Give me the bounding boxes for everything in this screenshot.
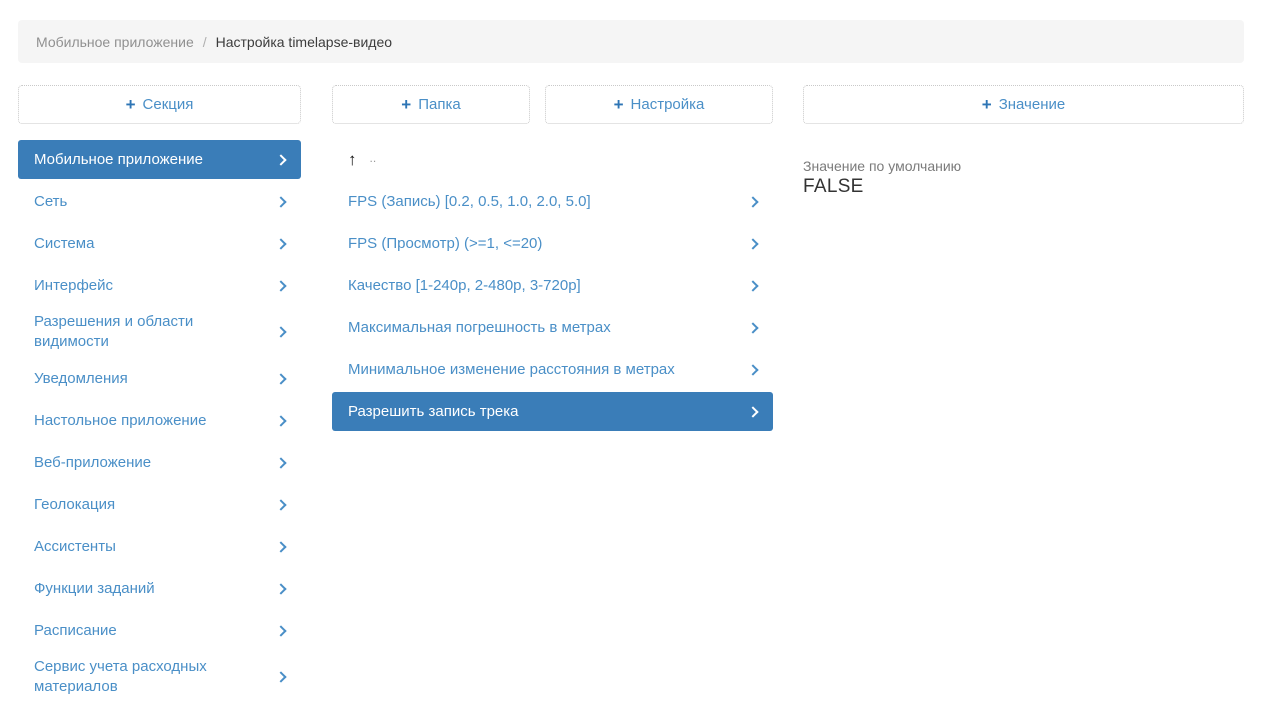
chevron-right-icon (275, 280, 286, 291)
setting-item-label: Максимальная погрешность в метрах (348, 318, 749, 338)
navigate-up-item[interactable]: ↑ .. (332, 140, 773, 179)
sections-list: Мобильное приложение Сеть Система (18, 140, 301, 701)
default-value: FALSE (803, 176, 1244, 198)
setting-item[interactable]: Максимальная погрешность в метрах (332, 308, 773, 347)
setting-item[interactable]: Минимальное изменение расстояния в метра… (332, 350, 773, 389)
sidebar-item[interactable]: Веб-приложение (18, 443, 301, 482)
add-folder-label: Папка (418, 96, 460, 113)
sidebar-item-label: Сеть (34, 192, 277, 212)
sidebar-item-label: Интерфейс (34, 276, 277, 296)
add-section-label: Секция (143, 96, 194, 113)
breadcrumb: Мобильное приложение / Настройка timelap… (18, 20, 1244, 63)
chevron-right-icon (747, 280, 758, 291)
sidebar-item-label: Мобильное приложение (34, 150, 277, 170)
parent-folder-label: .. (370, 148, 377, 168)
chevron-right-icon (275, 238, 286, 249)
chevron-right-icon (275, 373, 286, 384)
sidebar-item[interactable]: Функции заданий (18, 569, 301, 608)
sidebar-item[interactable]: Расписание (18, 611, 301, 650)
add-setting-label: Настройка (631, 96, 705, 113)
setting-item-label: Минимальное изменение расстояния в метра… (348, 360, 749, 380)
add-value-label: Значение (999, 96, 1066, 113)
sidebar-item[interactable]: Сеть (18, 182, 301, 221)
settings-column: + Папка + Настройка ↑ .. FPS (Запись) [0… (332, 85, 773, 434)
sidebar-item-label: Веб-приложение (34, 453, 277, 473)
sidebar-item[interactable]: Интерфейс (18, 266, 301, 305)
breadcrumb-separator: / (203, 34, 207, 50)
chevron-right-icon (747, 406, 758, 417)
sidebar-item-label: Функции заданий (34, 579, 277, 599)
plus-icon: + (126, 95, 136, 115)
sidebar-item-label: Ассистенты (34, 537, 277, 557)
setting-item-label: FPS (Просмотр) (>=1, <=20) (348, 234, 749, 254)
main-content: + Секция Мобильное приложение Сеть (18, 85, 1244, 704)
setting-item-label: Качество [1-240p, 2-480p, 3-720p] (348, 276, 749, 296)
setting-item[interactable]: Качество [1-240p, 2-480p, 3-720p] (332, 266, 773, 305)
chevron-right-icon (275, 583, 286, 594)
chevron-right-icon (275, 457, 286, 468)
settings-toolbar: + Папка + Настройка (332, 85, 773, 124)
chevron-right-icon (275, 671, 286, 682)
setting-item-label: FPS (Запись) [0.2, 0.5, 1.0, 2.0, 5.0] (348, 192, 749, 212)
chevron-right-icon (275, 196, 286, 207)
sidebar-item-label: Геолокация (34, 495, 277, 515)
setting-item-label: Разрешить запись трека (348, 402, 749, 422)
chevron-right-icon (275, 326, 286, 337)
chevron-right-icon (747, 238, 758, 249)
breadcrumb-parent-link[interactable]: Мобильное приложение (36, 34, 194, 50)
sidebar-item[interactable]: Разрешения и области видимости (18, 308, 301, 356)
add-section-button[interactable]: + Секция (18, 85, 301, 124)
settings-list: ↑ .. FPS (Запись) [0.2, 0.5, 1.0, 2.0, 5… (332, 140, 773, 431)
up-arrow-icon: ↑ (348, 150, 357, 170)
chevron-right-icon (275, 541, 286, 552)
sidebar-item[interactable]: Настольное приложение (18, 401, 301, 440)
chevron-right-icon (275, 154, 286, 165)
chevron-right-icon (747, 364, 758, 375)
sections-column: + Секция Мобильное приложение Сеть (18, 85, 301, 704)
sidebar-item-label: Уведомления (34, 369, 277, 389)
sidebar-item-label: Сервис учета расходных материалов (34, 657, 277, 697)
sidebar-item-label: Настольное приложение (34, 411, 277, 431)
default-value-label: Значение по умолчанию (803, 158, 1244, 174)
setting-item[interactable]: FPS (Просмотр) (>=1, <=20) (332, 224, 773, 263)
add-value-button[interactable]: + Значение (803, 85, 1244, 124)
sidebar-item[interactable]: Ассистенты (18, 527, 301, 566)
sidebar-item[interactable]: Геолокация (18, 485, 301, 524)
chevron-right-icon (275, 499, 286, 510)
breadcrumb-current: Настройка timelapse-видео (216, 34, 392, 50)
add-setting-button[interactable]: + Настройка (545, 85, 773, 124)
chevron-right-icon (747, 322, 758, 333)
value-column: + Значение Значение по умолчанию FALSE (803, 85, 1244, 198)
plus-icon: + (614, 95, 624, 115)
sidebar-item[interactable]: Мобильное приложение (18, 140, 301, 179)
plus-icon: + (982, 95, 992, 115)
chevron-right-icon (275, 415, 286, 426)
sidebar-item-label: Разрешения и области видимости (34, 312, 277, 352)
sidebar-item-label: Расписание (34, 621, 277, 641)
sidebar-item[interactable]: Уведомления (18, 359, 301, 398)
sidebar-item-label: Система (34, 234, 277, 254)
chevron-right-icon (275, 625, 286, 636)
sidebar-item[interactable]: Сервис учета расходных материалов (18, 653, 301, 701)
chevron-right-icon (747, 196, 758, 207)
sidebar-item[interactable]: Система (18, 224, 301, 263)
page: Мобильное приложение / Настройка timelap… (0, 0, 1262, 704)
setting-item[interactable]: FPS (Запись) [0.2, 0.5, 1.0, 2.0, 5.0] (332, 182, 773, 221)
setting-item[interactable]: Разрешить запись трека (332, 392, 773, 431)
plus-icon: + (401, 95, 411, 115)
add-folder-button[interactable]: + Папка (332, 85, 530, 124)
